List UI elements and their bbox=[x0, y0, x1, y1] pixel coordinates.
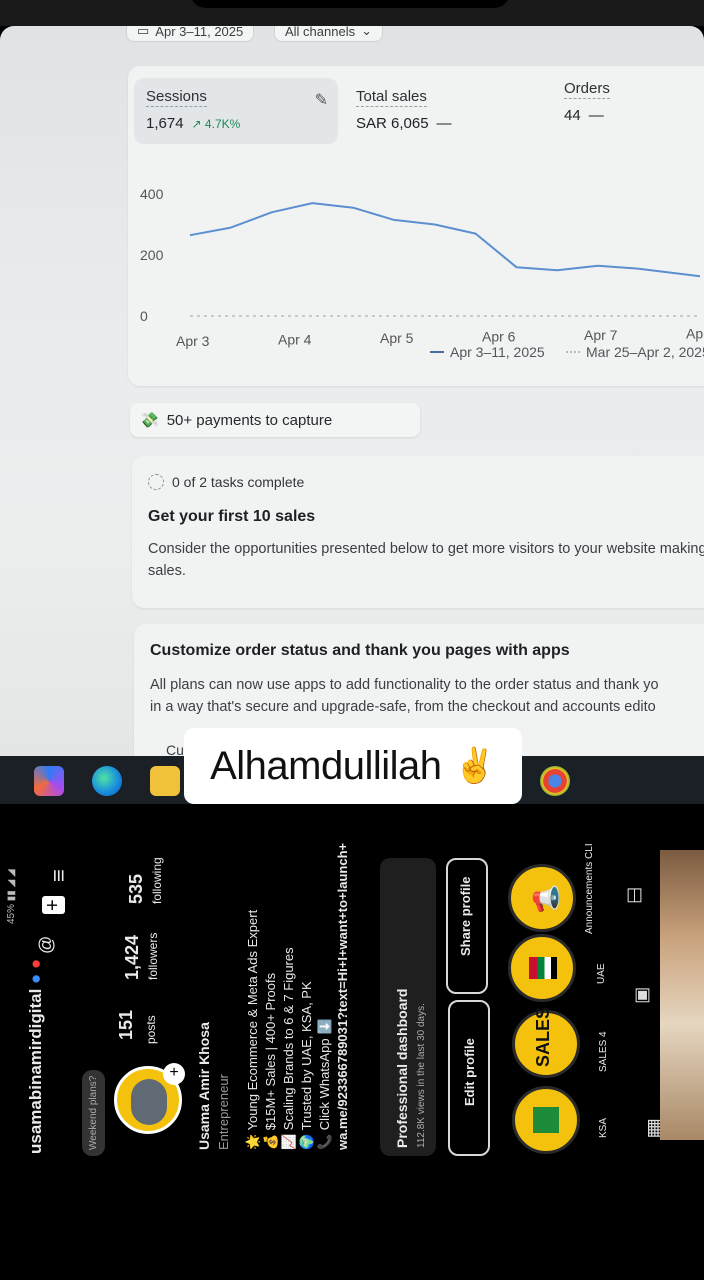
cash-icon: 💸 bbox=[140, 412, 159, 429]
following-label: following bbox=[150, 857, 164, 904]
add-story-icon[interactable]: + bbox=[163, 1063, 185, 1085]
caption-text: Alhamdullilah bbox=[210, 743, 442, 788]
task-description: Consider the opportunities presented bel… bbox=[148, 541, 704, 579]
threads-icon[interactable]: @ bbox=[36, 936, 57, 954]
avatar-person bbox=[131, 1079, 167, 1125]
bio-line: 🌍 Trusted by UAE, KSA, PK bbox=[299, 981, 314, 1150]
analytics-page: ▭ Apr 3–11, 2025 All channels ⌄ Sessions… bbox=[0, 26, 704, 761]
highlight-label: UAE bbox=[596, 963, 607, 984]
legend-label: Mar 25–Apr 2, 2025 bbox=[586, 344, 704, 360]
instagram-profile-phone: 45% ▮▮ ◢ ◢ usamabinamirdigital ● ● @ + ≡… bbox=[0, 804, 704, 1280]
bio-line: 🌟 Young Ecommerce & Meta Ads Expert bbox=[245, 909, 260, 1150]
sessions-chart-card: Sessions 1,674 ↗ 4.7K% ✎ Total sales SAR… bbox=[128, 66, 704, 386]
victory-hand-icon: ✌️ bbox=[453, 747, 496, 785]
story-caption: Alhamdullilah ✌️ bbox=[184, 728, 522, 804]
card-text-line: in a way that's secure and upgrade-safe,… bbox=[150, 699, 656, 715]
file-explorer-icon[interactable] bbox=[150, 766, 180, 796]
channel-filter-label: All channels bbox=[285, 26, 356, 39]
battery-level: 45% bbox=[6, 903, 17, 924]
followers-label: followers bbox=[146, 932, 160, 980]
camera-notch bbox=[190, 0, 510, 8]
setup-task-card: 0 of 2 tasks complete Get your first 10 … bbox=[132, 456, 704, 608]
legend-dotted-icon bbox=[566, 351, 580, 353]
profile-username: usamabinamirdigital ● ● bbox=[26, 959, 46, 1154]
x-tick-label: Ap bbox=[686, 326, 703, 342]
highlight-ksa[interactable] bbox=[512, 1086, 580, 1154]
post-thumbnail-strip[interactable] bbox=[660, 850, 704, 1140]
y-tick-label: 200 bbox=[140, 247, 164, 263]
task-title: Get your first 10 sales bbox=[148, 508, 316, 525]
highlight-sales[interactable]: SALES bbox=[512, 1006, 580, 1078]
profile-category: Entrepreneur bbox=[216, 1074, 231, 1150]
sessions-line-chart: 400 200 0 Apr 3 Apr 4 Apr 5 Apr 6 Apr 7 Ap bbox=[140, 186, 703, 349]
bio-line: 📞 Click WhatsApp ⬇️ bbox=[317, 1018, 332, 1150]
uae-flag-icon bbox=[529, 957, 557, 979]
legend-previous: Mar 25–Apr 2, 2025 bbox=[566, 344, 704, 360]
copilot-icon[interactable] bbox=[34, 766, 64, 796]
note-text: Weekend plans? bbox=[88, 1075, 99, 1150]
followers-count[interactable]: 1,424 bbox=[122, 935, 143, 980]
task-progress-text: 0 of 2 tasks complete bbox=[172, 474, 305, 490]
highlight-uae[interactable] bbox=[508, 934, 576, 1002]
card-text-line: All plans can now use apps to add functi… bbox=[150, 677, 659, 693]
dashboard-title: Professional dashboard bbox=[394, 988, 410, 1148]
notification-dot-icon: ● bbox=[26, 958, 45, 969]
payments-capture-pill[interactable]: 💸 50+ payments to capture bbox=[130, 403, 420, 437]
dashboard-subtitle: 112.8K views in the last 30 days. bbox=[416, 1003, 427, 1148]
bio-line: 💰 $15M+ Sales | 400+ Proofs bbox=[263, 972, 278, 1150]
add-post-icon[interactable]: + bbox=[42, 896, 65, 914]
ksa-flag-icon bbox=[533, 1107, 559, 1133]
chrome-icon[interactable] bbox=[540, 766, 570, 796]
channel-filter[interactable]: All channels ⌄ bbox=[274, 26, 384, 42]
posts-label: posts bbox=[144, 1015, 158, 1044]
edge-browser-icon[interactable] bbox=[92, 766, 122, 796]
tagged-icon[interactable]: ◫ bbox=[626, 884, 643, 905]
reels-icon[interactable]: ▣ bbox=[634, 984, 651, 1005]
menu-icon[interactable]: ≡ bbox=[46, 869, 72, 882]
posts-count[interactable]: 151 bbox=[116, 1010, 137, 1040]
highlight-announcements[interactable]: 📢 bbox=[508, 864, 576, 932]
share-profile-label: Share profile bbox=[458, 876, 473, 956]
legend-line-icon bbox=[430, 351, 444, 353]
following-count[interactable]: 535 bbox=[126, 874, 147, 904]
x-tick-label: Apr 5 bbox=[380, 330, 414, 346]
highlight-label: KSA bbox=[598, 1117, 609, 1138]
payments-label: 50+ payments to capture bbox=[166, 411, 333, 429]
x-tick-label: Apr 3 bbox=[176, 333, 210, 349]
y-tick-label: 0 bbox=[140, 308, 148, 324]
date-range-label: Apr 3–11, 2025 bbox=[155, 26, 244, 39]
legend-label: Apr 3–11, 2025 bbox=[450, 344, 545, 360]
date-range-filter[interactable]: ▭ Apr 3–11, 2025 bbox=[126, 26, 255, 42]
calendar-icon: ▭ bbox=[137, 26, 150, 38]
profile-name: Usama Amir Khosa bbox=[196, 1022, 212, 1150]
series-line-current bbox=[189, 202, 701, 278]
legend-current: Apr 3–11, 2025 bbox=[430, 344, 545, 360]
highlight-label: Announcements CLI bbox=[584, 843, 595, 934]
x-tick-label: Apr 6 bbox=[482, 329, 516, 345]
bio-line: 📈 Scaling Brands to 6 & 7 Figures bbox=[281, 947, 296, 1150]
x-tick-label: Apr 4 bbox=[278, 332, 312, 348]
card-title: Customize order status and thank you pag… bbox=[150, 642, 570, 659]
sales-badge-text: SALES bbox=[533, 1006, 553, 1067]
username-text: usamabinamirdigital bbox=[26, 988, 45, 1154]
verified-badge-icon: ● bbox=[26, 968, 45, 984]
chevron-down-icon: ⌄ bbox=[361, 26, 373, 38]
note-bubble[interactable]: Weekend plans? bbox=[82, 1069, 105, 1156]
edit-profile-label: Edit profile bbox=[462, 1038, 477, 1106]
highlight-label: SALES 4 bbox=[598, 1031, 609, 1072]
avatar[interactable]: + bbox=[114, 1063, 185, 1134]
phone-status-bar: 45% ▮▮ ◢ ◢ bbox=[6, 869, 17, 924]
profile-link[interactable]: wa.me/923366789031?text=Hi+I+want+to+lau… bbox=[334, 843, 351, 1150]
megaphone-icon: 📢 bbox=[531, 886, 561, 913]
x-tick-label: Apr 7 bbox=[584, 327, 618, 343]
progress-circle-icon bbox=[148, 474, 164, 490]
y-tick-label: 400 bbox=[140, 186, 164, 202]
